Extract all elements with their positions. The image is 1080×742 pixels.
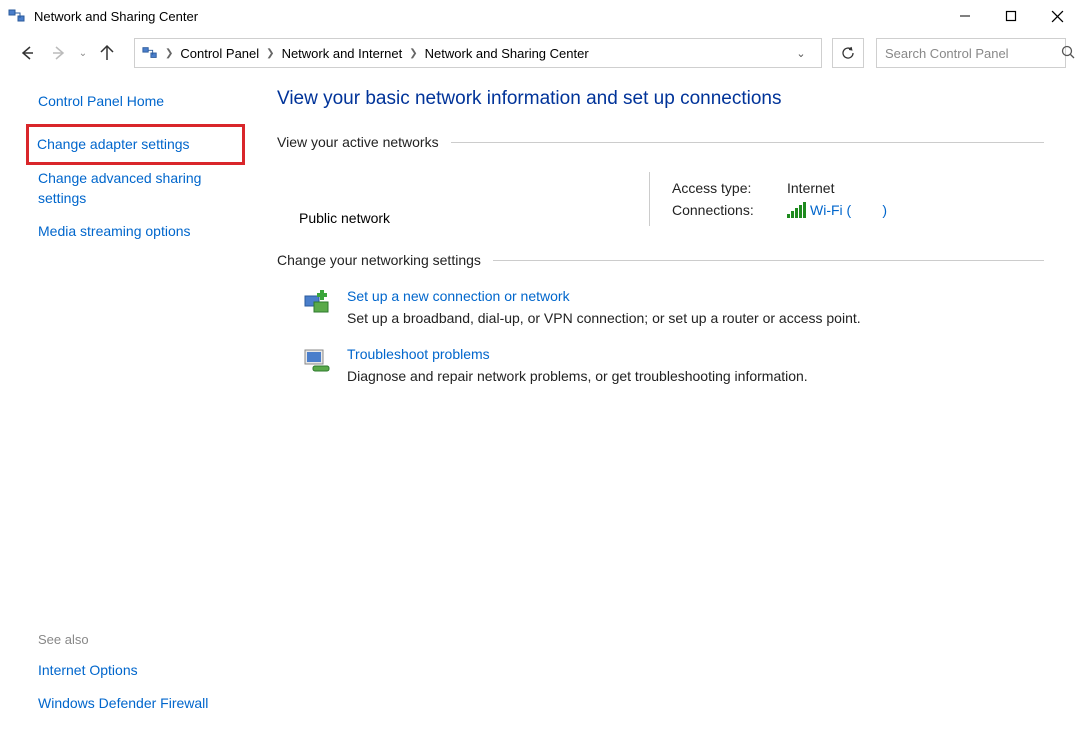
chevron-right-icon: ❯ [165, 48, 173, 59]
troubleshoot-link[interactable]: Troubleshoot problems [347, 346, 808, 362]
sidebar-advanced-link[interactable]: Change advanced sharing settings [38, 169, 235, 208]
sidebar-media-link[interactable]: Media streaming options [38, 222, 235, 242]
minimize-button[interactable] [942, 0, 988, 32]
access-type-value: Internet [787, 180, 834, 196]
setup-connection-link[interactable]: Set up a new connection or network [347, 288, 861, 304]
setup-connection-item: Set up a new connection or network Set u… [277, 282, 1044, 340]
sidebar: Control Panel Home Change adapter settin… [0, 74, 255, 742]
connection-link[interactable]: Wi-Fi ( ) [810, 202, 887, 218]
change-settings-section: Change your networking settings [277, 252, 1044, 268]
vertical-divider [649, 172, 650, 226]
main-panel: View your basic network information and … [255, 74, 1080, 742]
page-heading: View your basic network information and … [277, 88, 1044, 110]
active-networks-section: View your active networks [277, 134, 1044, 150]
sidebar-home-link[interactable]: Control Panel Home [38, 92, 235, 112]
setup-connection-desc: Set up a broadband, dial-up, or VPN conn… [347, 310, 861, 326]
chevron-right-icon: ❯ [409, 48, 417, 59]
nav-bar: ⌄ ❯ Control Panel ❯ Network and Internet… [0, 32, 1080, 74]
address-bar[interactable]: ❯ Control Panel ❯ Network and Internet ❯… [134, 38, 822, 68]
connections-label: Connections: [672, 202, 787, 218]
up-button[interactable] [94, 40, 120, 66]
breadcrumb: ❯ Control Panel ❯ Network and Internet ❯… [165, 46, 787, 61]
breadcrumb-item[interactable]: Network and Internet [282, 46, 403, 61]
search-input[interactable] [885, 46, 1061, 61]
breadcrumb-item[interactable]: Control Panel [180, 46, 259, 61]
close-button[interactable] [1034, 0, 1080, 32]
maximize-button[interactable] [988, 0, 1034, 32]
back-button[interactable] [14, 40, 40, 66]
troubleshoot-item: Troubleshoot problems Diagnose and repai… [277, 340, 1044, 398]
divider [493, 260, 1044, 261]
network-type: Public network [299, 172, 649, 226]
sidebar-adapter-link[interactable]: Change adapter settings [26, 124, 245, 166]
recent-dropdown[interactable]: ⌄ [78, 48, 88, 59]
address-icon [141, 44, 159, 62]
window-title: Network and Sharing Center [34, 9, 198, 24]
active-networks-label: View your active networks [277, 134, 439, 150]
window-controls [942, 0, 1080, 32]
sidebar-internet-options-link[interactable]: Internet Options [38, 661, 235, 681]
refresh-button[interactable] [832, 38, 864, 68]
troubleshoot-desc: Diagnose and repair network problems, or… [347, 368, 808, 384]
content-area: Control Panel Home Change adapter settin… [0, 74, 1080, 742]
see-also-label: See also [38, 632, 235, 647]
breadcrumb-item[interactable]: Network and Sharing Center [425, 46, 589, 61]
search-box[interactable] [876, 38, 1066, 68]
access-type-label: Access type: [672, 180, 787, 196]
divider [451, 142, 1044, 143]
troubleshoot-icon [303, 346, 333, 376]
app-icon [8, 7, 26, 25]
wifi-signal-icon [787, 202, 806, 218]
sidebar-firewall-link[interactable]: Windows Defender Firewall [38, 694, 235, 714]
address-dropdown[interactable]: ⌄ [787, 47, 815, 60]
title-bar: Network and Sharing Center [0, 0, 1080, 32]
setup-connection-icon [303, 288, 333, 318]
forward-button[interactable] [46, 40, 72, 66]
change-settings-label: Change your networking settings [277, 252, 481, 268]
search-icon [1061, 45, 1075, 62]
network-block: Public network Access type: Internet Con… [277, 164, 1044, 252]
chevron-right-icon: ❯ [266, 48, 274, 59]
